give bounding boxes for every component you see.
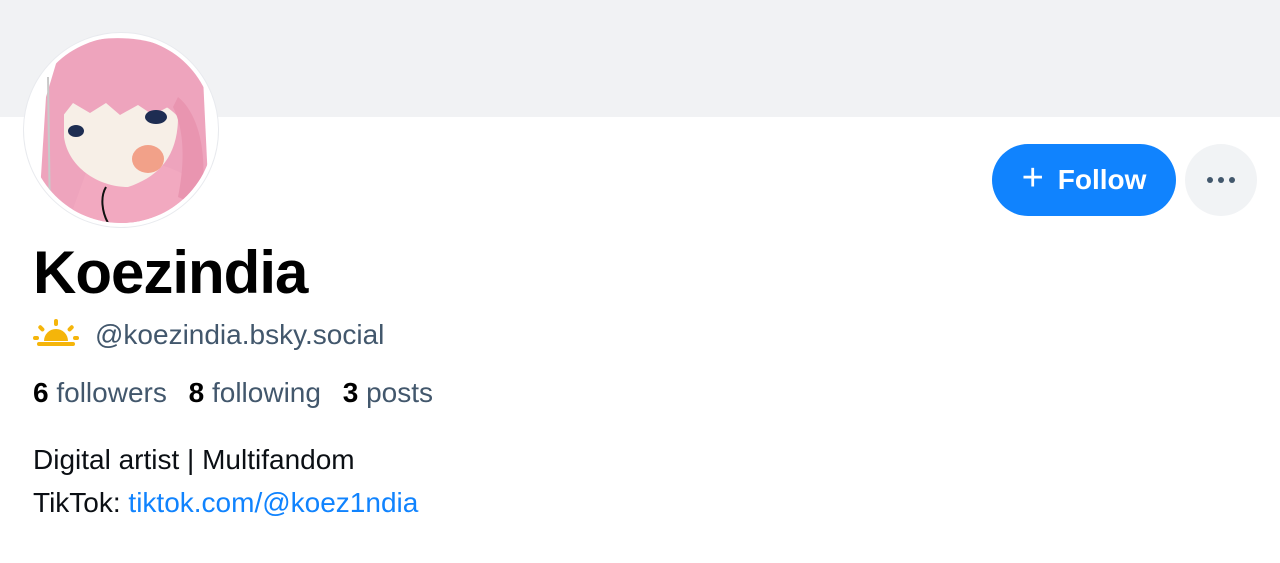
more-options-button[interactable] <box>1185 144 1257 216</box>
follow-button[interactable]: + Follow <box>992 144 1176 216</box>
followers-label: followers <box>56 377 167 408</box>
plus-icon: + <box>1021 157 1044 199</box>
posts-count: 3 <box>342 377 359 408</box>
profile-bio: Digital artist | Multifandom TikTok: tik… <box>33 438 418 524</box>
posts-label: posts <box>366 377 434 408</box>
posts-stat: 3 posts <box>343 377 433 408</box>
tiktok-link[interactable]: tiktok.com/@koez1ndia <box>128 487 418 518</box>
profile-handle: @koezindia.bsky.social <box>95 319 385 350</box>
bio-line-1: Digital artist | Multifandom <box>33 444 355 475</box>
avatar[interactable] <box>24 33 218 227</box>
followers-count: 6 <box>33 377 49 408</box>
following-count: 8 <box>188 377 205 408</box>
handle-row: @koezindia.bsky.social <box>33 316 384 354</box>
profile-stats: 6 followers 8 following 3 posts <box>33 373 433 413</box>
avatar-illustration <box>28 37 214 223</box>
ellipsis-icon <box>1207 177 1235 183</box>
following-label: following <box>211 377 321 408</box>
following-stat[interactable]: 8 following <box>189 377 321 408</box>
follow-button-label: Follow <box>1057 164 1147 195</box>
sun-rising-icon <box>33 318 79 352</box>
profile-page: + Follow Koezindia @koezindia.bsky.socia… <box>0 0 1280 563</box>
followers-stat[interactable]: 6 followers <box>33 377 167 408</box>
display-name: Koezindia <box>33 239 308 306</box>
bio-line-2: TikTok: tiktok.com/@koez1ndia <box>33 481 418 524</box>
bio-tiktok-prefix: TikTok: <box>33 487 129 518</box>
